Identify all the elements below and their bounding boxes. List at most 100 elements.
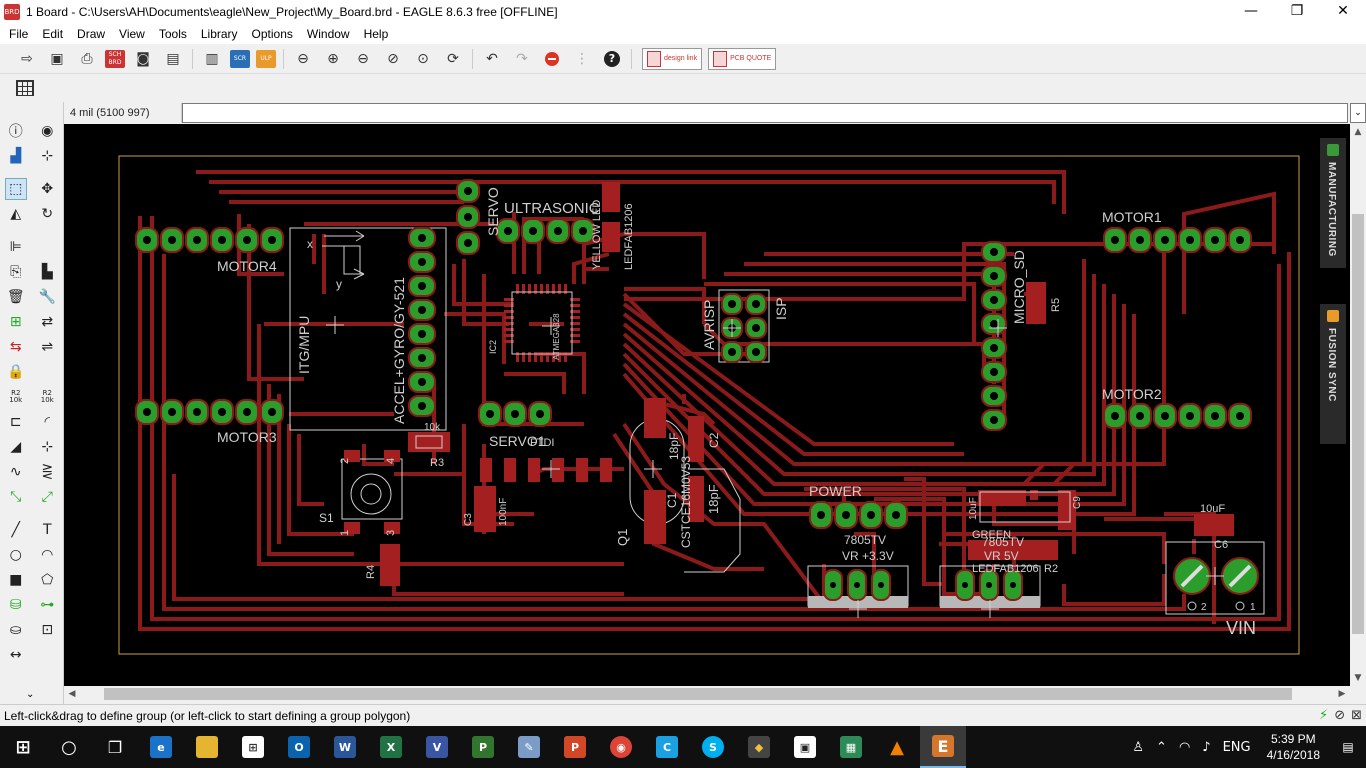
menu-file[interactable]: File [2,24,35,44]
wrench-icon[interactable]: 🔧 [36,286,58,308]
zoom-out-icon[interactable]: ⊖ [351,48,375,70]
command-history-dropdown[interactable]: ⌄ [1350,103,1366,123]
lock-icon[interactable]: 🔒 [5,361,27,383]
mark-icon[interactable]: ⊹ [36,145,58,167]
taskbar-skype[interactable]: S [690,726,736,768]
attribute-icon[interactable]: ⊡ [36,619,58,641]
show-icon[interactable]: ◉ [36,120,58,142]
library-icon[interactable]: ▥ [200,48,224,70]
align-icon[interactable]: ⊫ [5,236,27,258]
sch-brd-switch-icon[interactable]: SCH BRD [105,49,125,68]
menu-library[interactable]: Library [194,24,245,44]
scroll-right-arrow-icon[interactable]: ▶ [1334,686,1350,702]
language-indicator[interactable]: ENG [1217,740,1257,755]
info-icon[interactable]: ⓘ [5,120,27,142]
horizontal-scroll-thumb[interactable] [104,688,1292,700]
move-icon[interactable]: ✥ [36,178,58,200]
undo-icon[interactable]: ↶ [480,48,504,70]
change-icon[interactable]: ⇌ [36,336,58,358]
autorouter-icon[interactable]: ⤡ [5,486,27,508]
value-icon[interactable]: R2 10k [36,386,58,408]
show-hidden-icons-chevron-icon[interactable]: ⌃ [1150,740,1173,755]
menu-help[interactable]: Help [357,24,396,44]
fusion-sync-panel-tab[interactable]: FUSION SYNC [1320,304,1346,444]
replace-icon[interactable]: ⇄ [36,311,58,333]
menu-draw[interactable]: Draw [70,24,112,44]
minimize-button[interactable]: — [1228,0,1274,24]
signal-icon[interactable]: ⊶ [36,594,58,616]
taskbar-outlook[interactable]: O [276,726,322,768]
people-icon[interactable]: ♙ [1126,740,1150,755]
ratsnest-icon[interactable]: ⤢ [36,486,58,508]
search-button[interactable]: ○ [46,726,92,768]
maximize-button[interactable]: ❐ [1274,0,1320,24]
delete-icon[interactable]: 🗑 [5,286,27,308]
rotate-icon[interactable]: ↻ [36,203,58,225]
menu-edit[interactable]: Edit [35,24,70,44]
wifi-icon[interactable]: ◠ [1173,740,1196,755]
zoom-fit-icon[interactable]: ⊖ [291,48,315,70]
smash-icon[interactable]: R2 10k [5,386,27,408]
volume-icon[interactable]: ♪ [1196,740,1216,755]
hole-icon[interactable]: ⛀ [5,619,27,641]
taskbar-git[interactable]: ◆ [736,726,782,768]
scroll-down-arrow-icon[interactable]: ▼ [1350,670,1366,686]
clock[interactable]: 5:39 PM 4/16/2018 [1257,731,1330,763]
taskbar-word[interactable]: W [322,726,368,768]
taskbar-vlc[interactable]: ▲ [874,726,920,768]
route-icon[interactable]: ∿ [5,461,27,483]
horizontal-scrollbar[interactable]: ◀ ▶ [64,686,1350,702]
open-icon[interactable]: ⇨ [15,48,39,70]
circle-icon[interactable]: ○ [5,544,27,566]
taskbar-pcb-app[interactable]: ▦ [828,726,874,768]
more-tools-icon[interactable]: ⌄ [26,689,34,700]
cam-processor-icon[interactable]: ◙ [131,48,155,70]
help-icon[interactable]: ? [600,48,624,70]
scroll-up-arrow-icon[interactable]: ▲ [1350,124,1366,140]
miter-icon[interactable]: ◜ [36,411,58,433]
scroll-left-arrow-icon[interactable]: ◀ [64,686,80,702]
go-icon[interactable]: ⋮ [570,48,594,70]
taskbar-explorer[interactable] [184,726,230,768]
stop-icon[interactable] [540,48,564,70]
paste-icon[interactable]: ▙ [36,261,58,283]
close-panel-icon[interactable]: ⊠ [1351,708,1362,723]
polygon-icon[interactable]: ⬠ [36,569,58,591]
notification-center-icon[interactable]: ▤ [1330,740,1366,754]
vertical-scrollbar[interactable]: ▲ ▼ [1350,124,1366,686]
optimize-icon[interactable]: ◢ [5,436,27,458]
zoom-last-icon[interactable]: ⊙ [411,48,435,70]
taskbar-store[interactable]: ⊞ [230,726,276,768]
design-link-button[interactable]: design link [642,47,703,70]
dimension-icon[interactable]: ↔ [5,644,27,666]
via-icon[interactable]: ⛁ [5,594,27,616]
split-icon[interactable]: ⊏ [5,411,27,433]
redraw-icon[interactable]: ⟳ [441,48,465,70]
taskbar-project[interactable]: P [460,726,506,768]
zoom-in-icon[interactable]: ⊕ [321,48,345,70]
line-icon[interactable]: ╱ [5,519,27,541]
task-view-button[interactable]: ❐ [92,726,138,768]
taskbar-frame-app[interactable]: ▣ [782,726,828,768]
copy-icon[interactable]: ⎘ [5,261,27,283]
script-icon[interactable]: SCR [230,49,250,68]
board-canvas[interactable]: MOTOR1 MOTOR2 MOTOR3 MOTOR4 SERVO ULTRAS… [64,124,1350,686]
start-button[interactable]: ⊞ [0,726,46,768]
taskbar-powerpoint[interactable]: P [552,726,598,768]
taskbar-visio[interactable]: V [414,726,460,768]
taskbar-paint[interactable]: ✎ [506,726,552,768]
group-select-icon[interactable]: ⬚ [4,177,27,200]
taskbar-edge[interactable]: e [138,726,184,768]
swap-icon[interactable]: ⇆ [5,336,27,358]
menu-window[interactable]: Window [300,24,357,44]
meander-icon[interactable]: ⊹ [36,436,58,458]
vertical-scroll-thumb[interactable] [1352,214,1364,634]
taskbar-chrome[interactable]: ◉ [598,726,644,768]
taskbar-excel[interactable]: X [368,726,414,768]
lightning-icon[interactable]: ⚡ [1319,708,1328,723]
ripup-icon[interactable]: ⋛ [36,461,58,483]
manufacturing-panel-tab[interactable]: MANUFACTURING [1320,138,1346,268]
manufacturing-icon[interactable]: ▤ [161,48,185,70]
menu-view[interactable]: View [112,24,152,44]
close-button[interactable]: ✕ [1320,0,1366,24]
